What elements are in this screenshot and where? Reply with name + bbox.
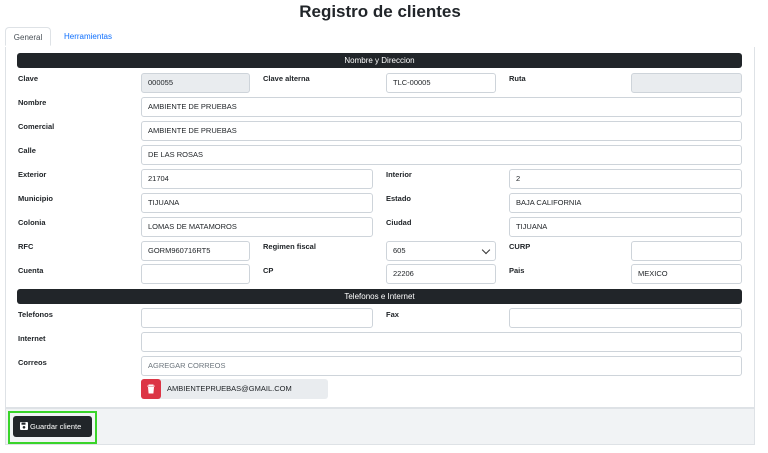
telefonos-label: Telefonos: [18, 310, 53, 319]
ruta-label: Ruta: [509, 74, 526, 83]
nombre-field[interactable]: AMBIENTE DE PRUEBAS: [141, 97, 742, 117]
rfc-label: RFC: [18, 242, 34, 251]
estado-field[interactable]: BAJA CALIFORNIA: [509, 193, 742, 213]
estado-label: Estado: [386, 194, 412, 203]
clave-label: Clave: [18, 74, 39, 83]
comercial-label: Comercial: [18, 122, 55, 131]
clave-field[interactable]: 000055: [141, 73, 250, 93]
internet-label: Internet: [18, 334, 46, 343]
trash-icon: [147, 384, 155, 394]
ruta-field[interactable]: [631, 73, 742, 93]
fax-field[interactable]: [509, 308, 742, 328]
municipio-field[interactable]: TIJUANA: [141, 193, 373, 213]
municipio-label: Municipio: [18, 194, 53, 203]
cp-field[interactable]: 22206: [386, 264, 496, 284]
page-title: Registro de clientes: [299, 2, 461, 21]
curp-label: CURP: [509, 242, 531, 251]
correos-label: Correos: [18, 358, 47, 367]
tab-general[interactable]: General: [5, 27, 51, 46]
calle-label: Calle: [18, 146, 36, 155]
nombre-label: Nombre: [18, 98, 47, 107]
chevron-down-icon: [481, 245, 491, 255]
curp-field[interactable]: [631, 241, 742, 261]
email-chip: AMBIENTEPRUEBAS@GMAIL.COM: [141, 379, 328, 399]
cuenta-field[interactable]: [141, 264, 250, 284]
tab-herramientas[interactable]: Herramientas: [55, 27, 121, 46]
save-client-button[interactable]: Guardar cliente: [13, 416, 92, 437]
ciudad-label: Ciudad: [386, 218, 412, 227]
email-chip-text: AMBIENTEPRUEBAS@GMAIL.COM: [167, 384, 292, 393]
pais-field[interactable]: MEXICO: [631, 264, 742, 284]
ciudad-field[interactable]: TIJUANA: [509, 217, 742, 237]
calle-field[interactable]: DE LAS ROSAS: [141, 145, 742, 165]
exterior-field[interactable]: 21704: [141, 169, 373, 189]
regimen-fiscal-value: 605: [393, 246, 406, 255]
telefonos-field[interactable]: [141, 308, 373, 328]
clave-alterna-field[interactable]: TLC-00005: [386, 73, 496, 93]
correos-input[interactable]: AGREGAR CORREOS: [141, 356, 742, 376]
tab-bar: General Herramientas: [5, 27, 755, 48]
colonia-field[interactable]: LOMAS DE MATAMOROS: [141, 217, 373, 237]
form-footer: [5, 408, 755, 445]
regimen-fiscal-label: Regimen fiscal: [263, 242, 316, 251]
cuenta-label: Cuenta: [18, 266, 44, 275]
cp-label: CP: [263, 266, 274, 275]
comercial-field[interactable]: AMBIENTE DE PRUEBAS: [141, 121, 742, 141]
save-client-label: Guardar cliente: [30, 422, 82, 431]
exterior-label: Exterior: [18, 170, 47, 179]
pais-label: Pais: [509, 266, 525, 275]
delete-email-button[interactable]: [141, 379, 161, 399]
section-header-nombre-direccion: Nombre y Direccion: [17, 53, 742, 68]
colonia-label: Colonia: [18, 218, 46, 227]
regimen-fiscal-select[interactable]: 605: [386, 241, 496, 261]
floppy-disk-icon: [20, 422, 28, 430]
fax-label: Fax: [386, 310, 399, 319]
internet-field[interactable]: [141, 332, 742, 352]
section-header-telefonos-internet: Telefonos e Internet: [17, 289, 742, 304]
interior-field[interactable]: 2: [509, 169, 742, 189]
interior-label: Interior: [386, 170, 412, 179]
clave-alterna-label: Clave alterna: [263, 74, 310, 83]
rfc-field[interactable]: GORM960716RT5: [141, 241, 250, 261]
